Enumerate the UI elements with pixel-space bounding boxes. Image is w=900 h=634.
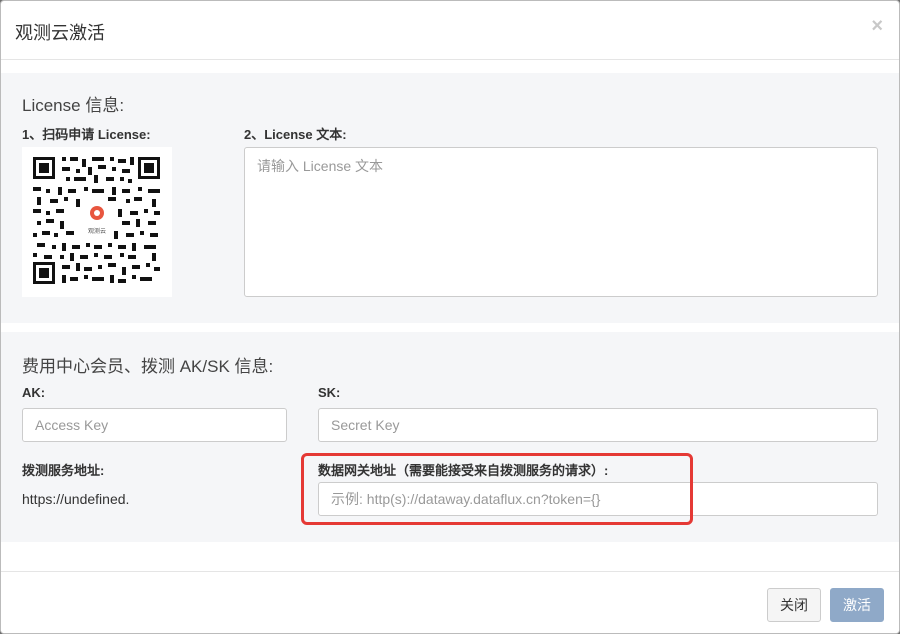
- license-section-title: License 信息:: [22, 96, 125, 115]
- ak-label: AK:: [22, 385, 46, 400]
- dialog-header: 观测云激活 ×: [1, 1, 899, 60]
- sk-label: SK:: [318, 385, 341, 400]
- close-button[interactable]: 关闭: [767, 588, 821, 622]
- dialog-footer: 关闭 激活: [1, 571, 899, 633]
- ak-input[interactable]: [22, 408, 287, 442]
- license-section: License 信息: 1、扫码申请 License: 2、License 文本…: [1, 73, 899, 323]
- qr-logo-text: 观测云: [88, 227, 106, 235]
- dial-url-value: https://undefined.: [22, 491, 130, 507]
- activation-dialog: 观测云激活 × License 信息: 1、扫码申请 License: 2、Li…: [0, 0, 900, 634]
- sk-input[interactable]: [318, 408, 878, 442]
- gateway-label: 数据网关地址（需要能接受来自拨测服务的请求）:: [318, 463, 609, 478]
- aksk-section-title: 费用中心会员、拨测 AK/SK 信息:: [22, 357, 274, 376]
- license-text-label: 2、License 文本:: [244, 127, 347, 142]
- dial-url-label: 拨测服务地址:: [22, 463, 105, 478]
- aksk-section: 费用中心会员、拨测 AK/SK 信息: AK: SK: 拨测服务地址: http…: [1, 332, 899, 542]
- qr-code-image: 观测云: [22, 147, 172, 297]
- close-icon[interactable]: ×: [871, 15, 883, 38]
- activate-button[interactable]: 激活: [830, 588, 884, 622]
- gateway-input[interactable]: [318, 482, 878, 516]
- dialog-title: 观测云激活: [15, 23, 105, 43]
- license-text-input[interactable]: [244, 147, 878, 297]
- qr-label: 1、扫码申请 License:: [22, 127, 151, 142]
